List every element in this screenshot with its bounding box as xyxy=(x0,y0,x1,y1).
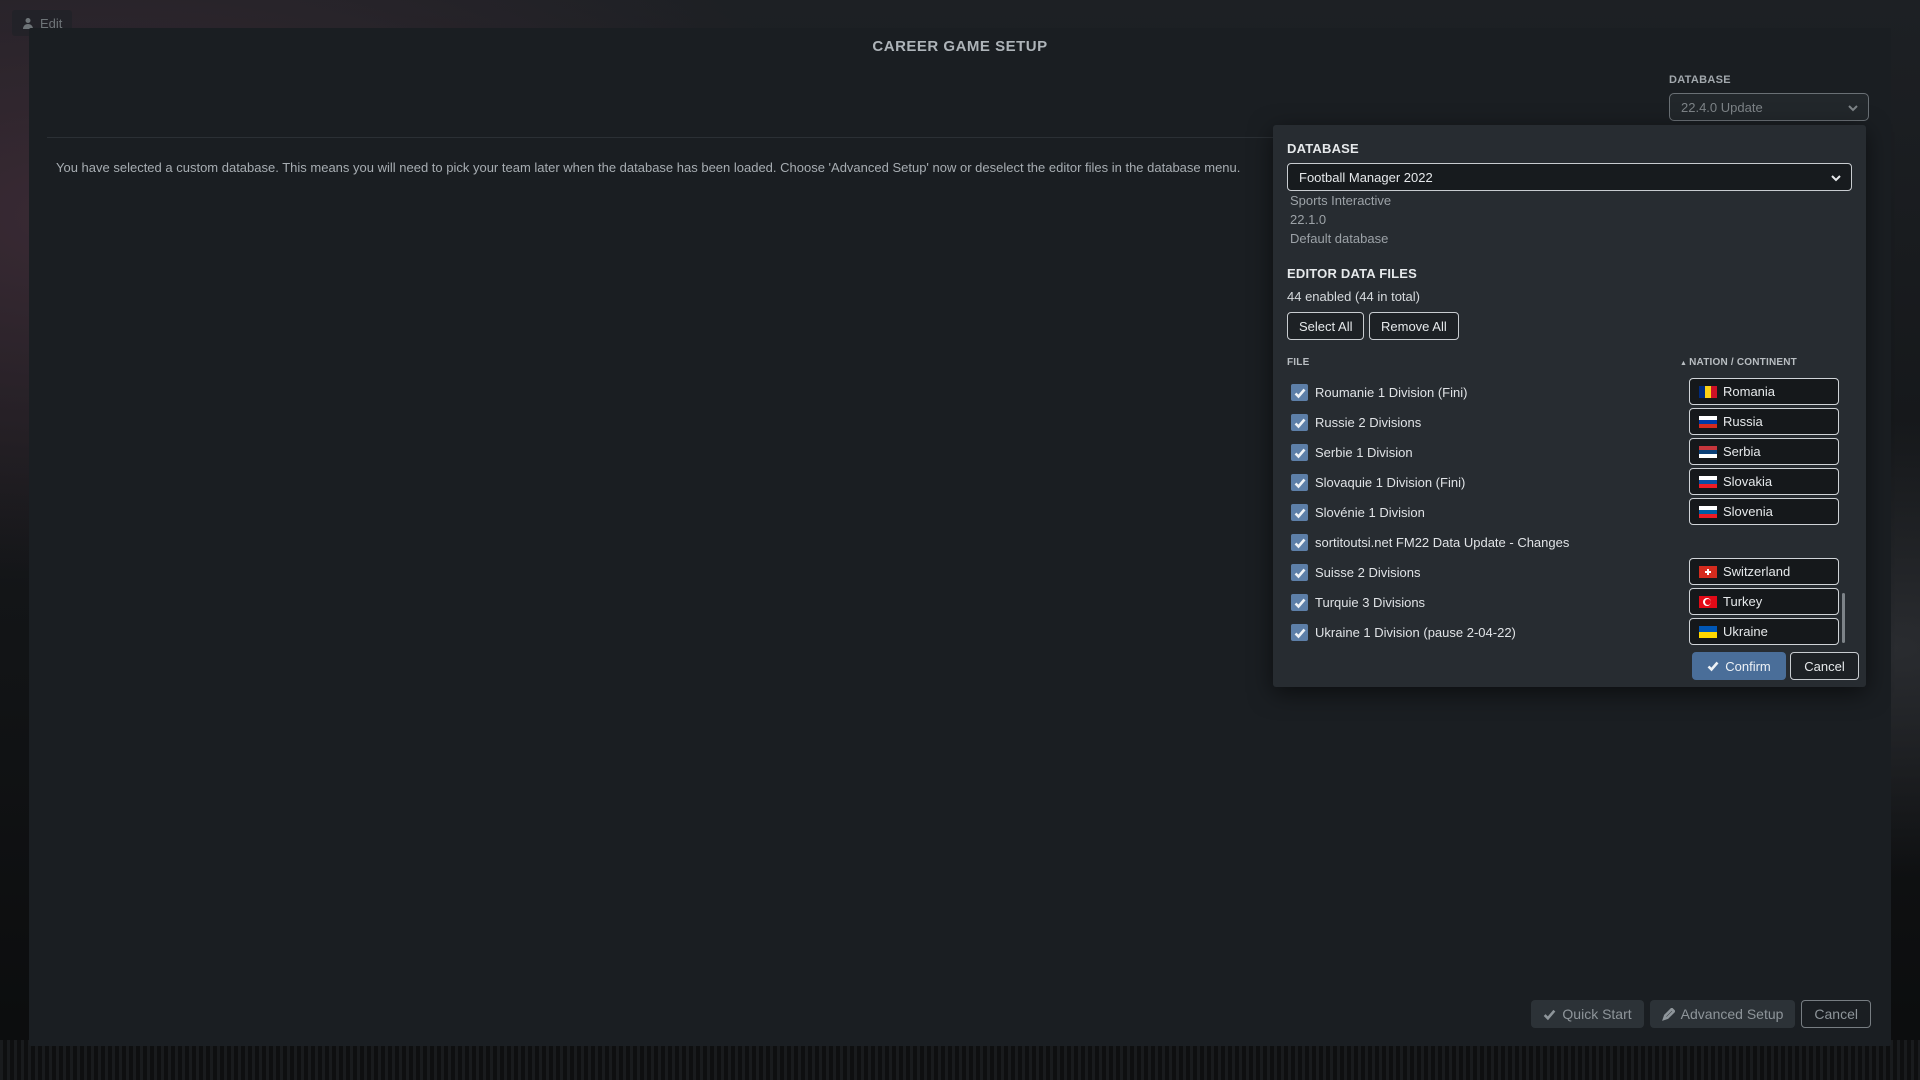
popup-database-heading: DATABASE xyxy=(1287,141,1359,156)
database-description: Default database xyxy=(1290,231,1389,246)
nation-select[interactable]: Slovakia xyxy=(1689,468,1839,495)
check-icon xyxy=(1544,1009,1556,1020)
database-select[interactable]: 22.4.0 Update xyxy=(1669,93,1869,121)
turkey-flag-icon xyxy=(1699,595,1717,608)
chevron-down-icon xyxy=(1831,171,1841,182)
database-select-value: 22.4.0 Update xyxy=(1681,99,1763,115)
russia-flag-icon xyxy=(1699,415,1717,428)
column-header-nation[interactable]: ▲ NATION / CONTINENT xyxy=(1680,357,1797,368)
list-item: Roumanie 1 Division (Fini) Romania xyxy=(1287,377,1857,407)
check-icon xyxy=(1294,448,1305,458)
nation-select[interactable]: Turkey xyxy=(1689,588,1839,615)
nation-name: Switzerland xyxy=(1723,564,1791,579)
file-checkbox[interactable] xyxy=(1291,504,1308,521)
confirm-button[interactable]: Confirm xyxy=(1692,652,1786,680)
nation-name: Slovenia xyxy=(1723,504,1773,519)
file-checkbox[interactable] xyxy=(1291,564,1308,581)
popup-database-select[interactable]: Football Manager 2022 xyxy=(1287,163,1852,191)
file-name: Ukraine 1 Division (pause 2-04-22) xyxy=(1315,625,1516,640)
quick-start-label: Quick Start xyxy=(1562,1006,1632,1022)
database-version: 22.1.0 xyxy=(1290,212,1327,227)
enabled-count: 44 enabled (44 in total) xyxy=(1287,289,1420,304)
popup-database-select-value: Football Manager 2022 xyxy=(1299,169,1433,185)
serbia-flag-icon xyxy=(1699,445,1717,458)
check-icon xyxy=(1294,628,1305,638)
select-all-button[interactable]: Select All xyxy=(1287,312,1365,340)
file-name: Roumanie 1 Division (Fini) xyxy=(1315,385,1468,400)
nation-name: Turkey xyxy=(1723,594,1763,609)
column-header-nation-label: NATION / CONTINENT xyxy=(1689,357,1797,368)
nation-name: Romania xyxy=(1723,384,1776,399)
file-name: Slovénie 1 Division xyxy=(1315,505,1425,520)
cancel-button[interactable]: Cancel xyxy=(1801,1000,1871,1028)
list-item: Ukraine 1 Division (pause 2-04-22) Ukrain… xyxy=(1287,617,1857,647)
popup-cancel-button[interactable]: Cancel xyxy=(1790,652,1859,680)
footer-actions: Quick Start Advanced Setup Cancel xyxy=(1531,1000,1871,1028)
check-icon xyxy=(1707,661,1719,672)
advanced-setup-button[interactable]: Advanced Setup xyxy=(1649,1000,1796,1028)
check-icon xyxy=(1294,478,1305,488)
switzerland-flag-icon xyxy=(1699,565,1717,578)
file-name: Suisse 2 Divisions xyxy=(1315,565,1421,580)
file-checkbox[interactable] xyxy=(1291,594,1308,611)
divider xyxy=(47,137,1289,138)
remove-all-button[interactable]: Remove All xyxy=(1369,312,1459,340)
slovakia-flag-icon xyxy=(1699,475,1717,488)
column-header-file[interactable]: FILE xyxy=(1287,357,1309,368)
check-icon xyxy=(1294,538,1305,548)
chevron-down-icon xyxy=(1848,101,1858,112)
file-checkbox[interactable] xyxy=(1291,444,1308,461)
editor-files-list: Roumanie 1 Division (Fini) Romania Russie … xyxy=(1287,377,1857,647)
nation-name: Serbia xyxy=(1723,444,1761,459)
check-icon xyxy=(1294,568,1305,578)
file-name: Serbie 1 Division xyxy=(1315,445,1413,460)
file-checkbox[interactable] xyxy=(1291,414,1308,431)
list-item: Serbie 1 Division Serbia xyxy=(1287,437,1857,467)
file-checkbox[interactable] xyxy=(1291,474,1308,491)
nation-select[interactable]: Slovenia xyxy=(1689,498,1839,525)
check-icon xyxy=(1294,598,1305,608)
file-checkbox[interactable] xyxy=(1291,534,1308,551)
file-name: Slovaquie 1 Division (Fini) xyxy=(1315,475,1466,490)
nation-select[interactable]: Russia xyxy=(1689,408,1839,435)
file-checkbox[interactable] xyxy=(1291,384,1308,401)
list-scrollbar[interactable] xyxy=(1842,593,1845,643)
pencil-icon xyxy=(1661,1007,1675,1021)
nation-name: Slovakia xyxy=(1723,474,1773,489)
cancel-label: Cancel xyxy=(1814,1006,1858,1022)
list-item: Slovaquie 1 Division (Fini) Slovakia xyxy=(1287,467,1857,497)
list-item: sortitoutsi.net FM22 Data Update - Chang… xyxy=(1287,527,1857,557)
advanced-setup-label: Advanced Setup xyxy=(1680,1006,1784,1022)
file-name: Russie 2 Divisions xyxy=(1315,415,1422,430)
nation-select[interactable]: Serbia xyxy=(1689,438,1839,465)
editor-files-heading: EDITOR DATA FILES xyxy=(1287,266,1418,281)
background-floor xyxy=(0,1040,1920,1080)
file-name: Turquie 3 Divisions xyxy=(1315,595,1426,610)
file-checkbox[interactable] xyxy=(1291,624,1308,641)
sort-ascending-icon: ▲ xyxy=(1680,360,1688,367)
list-item: Slovénie 1 Division Slovenia xyxy=(1287,497,1857,527)
check-icon xyxy=(1294,508,1305,518)
nation-name: Ukraine xyxy=(1723,624,1768,639)
check-icon xyxy=(1294,388,1305,398)
list-item: Russie 2 Divisions Russia xyxy=(1287,407,1857,437)
database-popup: DATABASE Football Manager 2022 Sports In… xyxy=(1273,125,1866,687)
nation-name: Russia xyxy=(1723,414,1763,429)
ukraine-flag-icon xyxy=(1699,625,1717,638)
custom-database-notice: You have selected a custom database. Thi… xyxy=(56,160,1241,175)
list-item: Turquie 3 Divisions Turkey xyxy=(1287,587,1857,617)
check-icon xyxy=(1294,418,1305,428)
database-label: DATABASE xyxy=(1669,74,1731,86)
nation-select[interactable]: Romania xyxy=(1689,378,1839,405)
nation-select[interactable]: Switzerland xyxy=(1689,558,1839,585)
list-item: Suisse 2 Divisions Switzerland xyxy=(1287,557,1857,587)
confirm-label: Confirm xyxy=(1725,658,1771,674)
romania-flag-icon xyxy=(1699,385,1717,398)
database-developer: Sports Interactive xyxy=(1290,193,1392,208)
page-title: CAREER GAME SETUP xyxy=(872,38,1048,55)
nation-select[interactable]: Ukraine xyxy=(1689,618,1839,645)
file-name: sortitoutsi.net FM22 Data Update - Chang… xyxy=(1315,535,1570,550)
slovenia-flag-icon xyxy=(1699,505,1717,518)
quick-start-button[interactable]: Quick Start xyxy=(1531,1000,1644,1028)
